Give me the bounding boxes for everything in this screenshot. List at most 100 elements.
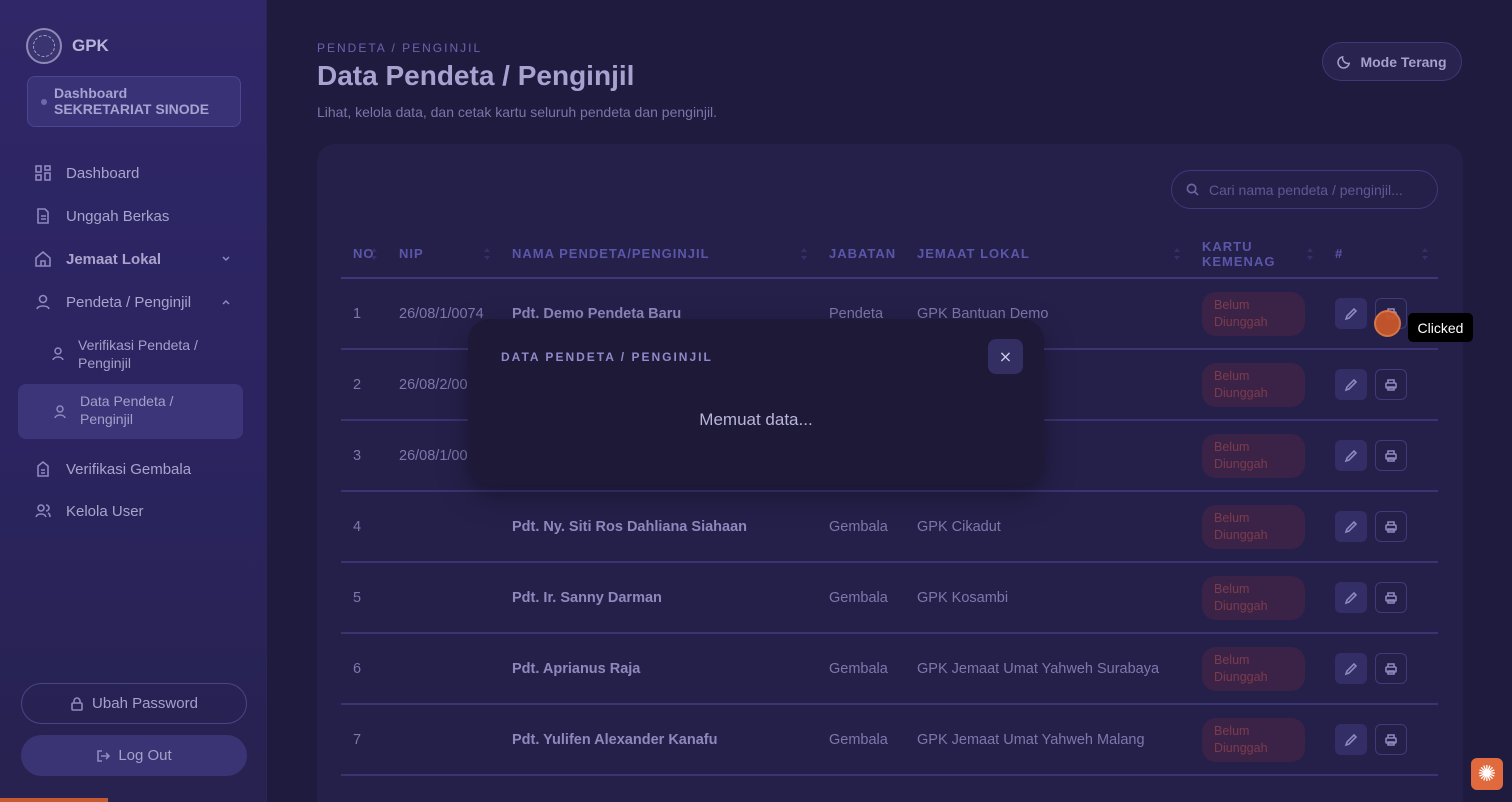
click-indicator (1374, 310, 1401, 337)
column-header-nama[interactable]: NAMA PENDETA/PENGINJIL (500, 230, 817, 279)
nav-jemaat-lokal[interactable]: Jemaat Lokal (34, 250, 161, 268)
role-line-2: SEKRETARIAT SINODE (54, 101, 210, 117)
table-row: 4 Pdt. Ny. Siti Ros Dahliana Siahaan Gemba… (341, 491, 1438, 563)
person-icon (52, 347, 64, 361)
sidebar: GPK Dashboard SEKRETARIAT SINODE Dashboa… (0, 0, 267, 802)
person-icon (36, 294, 50, 310)
cell-actions (1323, 349, 1438, 421)
cell-kartu: Belum Diunggah (1190, 491, 1323, 563)
cell-nip (387, 633, 500, 705)
nav-pendeta-penginjil[interactable]: Pendeta / Penginjil (34, 293, 191, 311)
edit-button[interactable] (1335, 511, 1367, 542)
subnav-label: Verifikasi Pendeta / Penginjil (78, 337, 198, 371)
print-card-button[interactable] (1375, 511, 1407, 542)
print-card-button[interactable] (1375, 653, 1407, 684)
cell-kartu: Belum Diunggah (1190, 633, 1323, 705)
edit-icon (1344, 591, 1358, 604)
column-header-kartu[interactable]: KARTU KEMENAG (1190, 230, 1323, 279)
edit-button[interactable] (1335, 298, 1367, 329)
breadcrumb: PENDETA / PENGINJIL (317, 41, 483, 55)
search-icon (1186, 183, 1199, 196)
change-password-label: Ubah Password (92, 695, 198, 712)
chevron-up-icon[interactable] (221, 297, 231, 307)
column-header-no[interactable]: NO (341, 230, 387, 279)
logout-button[interactable]: Log Out (21, 735, 247, 776)
print-card-button[interactable] (1375, 724, 1407, 755)
edit-icon (1344, 662, 1358, 675)
change-password-button[interactable]: Ubah Password (21, 683, 247, 724)
column-header-nip[interactable]: NIP (387, 230, 500, 279)
status-badge: Belum Diunggah (1202, 291, 1305, 336)
assistant-fab-button[interactable]: ✺ (1471, 758, 1503, 790)
loading-message: Memuat data... (699, 410, 813, 429)
subnav-data-pendeta[interactable]: Data Pendeta / Penginjil (18, 384, 243, 439)
edit-icon (1344, 520, 1358, 533)
page-subtitle: Lihat, kelola data, dan cetak kartu selu… (317, 104, 718, 120)
table-header-row: NO NIP NAMA PENDETA/PENGINJIL JABATAN JE… (341, 230, 1438, 279)
print-icon (1385, 449, 1397, 462)
cell-nip (387, 704, 500, 776)
cell-no: 6 (341, 633, 387, 705)
cell-nip (387, 562, 500, 634)
edit-icon (1344, 733, 1358, 746)
chevron-down-icon[interactable] (221, 254, 231, 264)
edit-button[interactable] (1335, 724, 1367, 755)
nav-unggah-berkas[interactable]: Unggah Berkas (34, 207, 169, 225)
edit-button[interactable] (1335, 440, 1367, 471)
click-tooltip: Clicked (1408, 313, 1473, 342)
edit-icon (1344, 449, 1358, 462)
logout-icon (97, 749, 111, 762)
nav-label: Dashboard (66, 164, 140, 182)
modal-title: DATA PENDETA / PENGINJIL (501, 350, 713, 364)
cell-kartu: Belum Diunggah (1190, 349, 1323, 421)
print-card-button[interactable] (1375, 440, 1407, 471)
status-badge: Belum Diunggah (1202, 646, 1305, 691)
subnav-verifikasi-pendeta[interactable]: Verifikasi Pendeta / Penginjil (50, 336, 218, 372)
print-card-button[interactable] (1375, 582, 1407, 613)
cell-no: 7 (341, 704, 387, 776)
edit-button[interactable] (1335, 369, 1367, 400)
edit-button[interactable] (1335, 653, 1367, 684)
search-input[interactable]: Cari nama pendeta / penginjil... (1171, 170, 1438, 209)
nav-kelola-user[interactable]: Kelola User (34, 502, 144, 520)
search-placeholder: Cari nama pendeta / penginjil... (1209, 181, 1403, 198)
print-icon (1385, 662, 1397, 675)
column-header-jemaat[interactable]: JEMAAT LOKAL (905, 230, 1190, 279)
home-icon (35, 250, 51, 267)
cell-actions (1323, 562, 1438, 634)
edit-icon (1344, 307, 1358, 320)
table-row: 5 Pdt. Ir. Sanny Darman Gembala GPK Kosambi… (341, 562, 1438, 634)
cell-nip (387, 491, 500, 563)
nav-dashboard[interactable]: Dashboard (34, 164, 139, 182)
column-header-actions[interactable]: # (1323, 230, 1438, 279)
cell-actions (1323, 491, 1438, 563)
close-icon: × (998, 347, 1013, 366)
brand: GPK (26, 28, 109, 64)
nav-label: Jemaat Lokal (66, 250, 162, 268)
print-icon (1385, 733, 1397, 746)
cell-jemaat: GPK Jemaat Umat Yahweh Surabaya (905, 633, 1190, 705)
print-icon (1385, 591, 1397, 604)
cell-nama: Pdt. Ir. Sanny Darman (500, 562, 817, 634)
sort-icon (371, 248, 377, 260)
print-card-button[interactable] (1375, 369, 1407, 400)
cell-actions (1323, 420, 1438, 492)
table-row: 7 Pdt. Yulifen Alexander Kanafu Gembala GPK… (341, 704, 1438, 776)
sort-icon (801, 248, 807, 260)
cell-actions (1323, 704, 1438, 776)
cell-nama: Pdt. Ny. Siti Ros Dahliana Siahaan (500, 491, 817, 563)
theme-toggle-button[interactable]: Mode Terang (1322, 42, 1462, 81)
modal-close-button[interactable]: × (988, 339, 1023, 374)
cell-jabatan: Gembala (817, 633, 905, 705)
cell-no: 2 (341, 349, 387, 421)
nav-label: Unggah Berkas (66, 207, 170, 225)
sort-icon (1174, 248, 1180, 260)
column-header-jabatan[interactable]: JABATAN (817, 230, 905, 279)
print-icon (1385, 520, 1397, 533)
building-icon (37, 460, 49, 477)
nav-verifikasi-gembala[interactable]: Verifikasi Gembala (34, 460, 191, 478)
cell-no: 1 (341, 278, 387, 350)
status-dot-icon (41, 99, 47, 105)
sort-icon (1307, 248, 1313, 260)
edit-button[interactable] (1335, 582, 1367, 613)
